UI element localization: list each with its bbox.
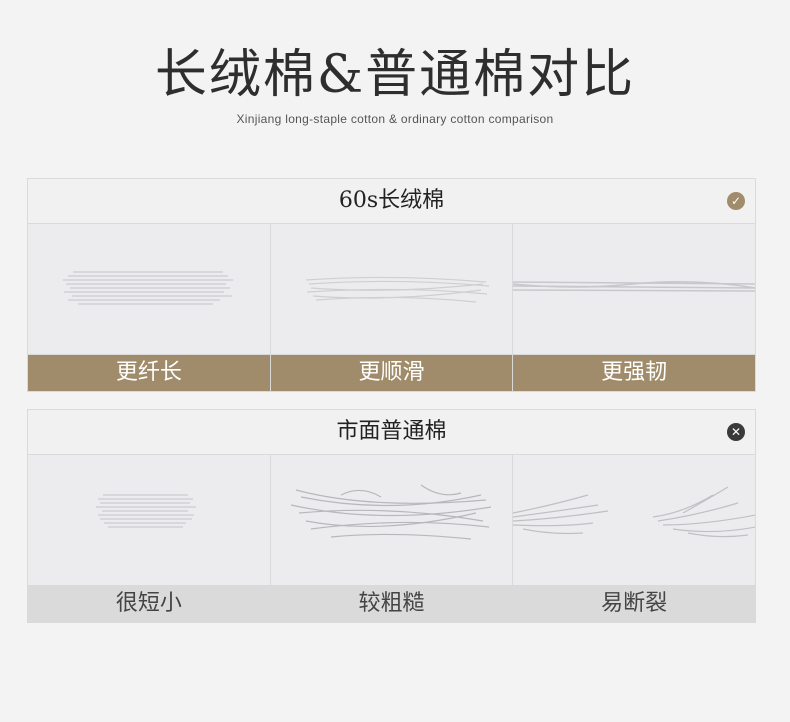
feature-label: 更顺滑 — [270, 354, 513, 391]
short-fiber-image — [28, 455, 270, 585]
feature-cell: 易断裂 — [513, 455, 756, 622]
check-circle-icon: ✓ — [727, 192, 745, 210]
page-title: 长绒棉&普通棉对比 — [154, 45, 636, 105]
feature-label: 很短小 — [28, 585, 270, 622]
feature-cell: 更顺滑 — [270, 224, 514, 391]
feature-label: 较粗糙 — [270, 585, 513, 622]
smooth-fiber-image — [270, 224, 513, 354]
ordinary-cotton-panel: 市面普通棉 ✕ 很短小 较粗糙 易断裂 — [27, 409, 756, 623]
panel-header: 市面普通棉 ✕ — [28, 410, 755, 455]
strong-fiber-image — [513, 224, 756, 354]
feature-label: 更纤长 — [28, 354, 270, 391]
broken-fiber-image — [513, 455, 756, 585]
feature-label: 更强韧 — [513, 354, 756, 391]
long-staple-panel: 60s长绒棉 ✓ 更纤长 更顺滑 更强韧 — [27, 178, 756, 392]
feature-label: 易断裂 — [513, 585, 756, 622]
feature-cell: 较粗糙 — [270, 455, 514, 622]
feature-cell: 很短小 — [28, 455, 271, 622]
page-subtitle: Xinjiang long-staple cotton & ordinary c… — [236, 112, 554, 126]
feature-cell: 更强韧 — [513, 224, 756, 391]
rough-fiber-image — [270, 455, 513, 585]
panel-title: 市面普通棉 — [336, 419, 447, 444]
panel-title: 60s长绒棉 — [338, 188, 445, 213]
panel-header: 60s长绒棉 ✓ — [28, 179, 755, 224]
x-circle-icon: ✕ — [727, 423, 745, 441]
feature-cell: 更纤长 — [28, 224, 271, 391]
long-fiber-image — [28, 224, 270, 354]
